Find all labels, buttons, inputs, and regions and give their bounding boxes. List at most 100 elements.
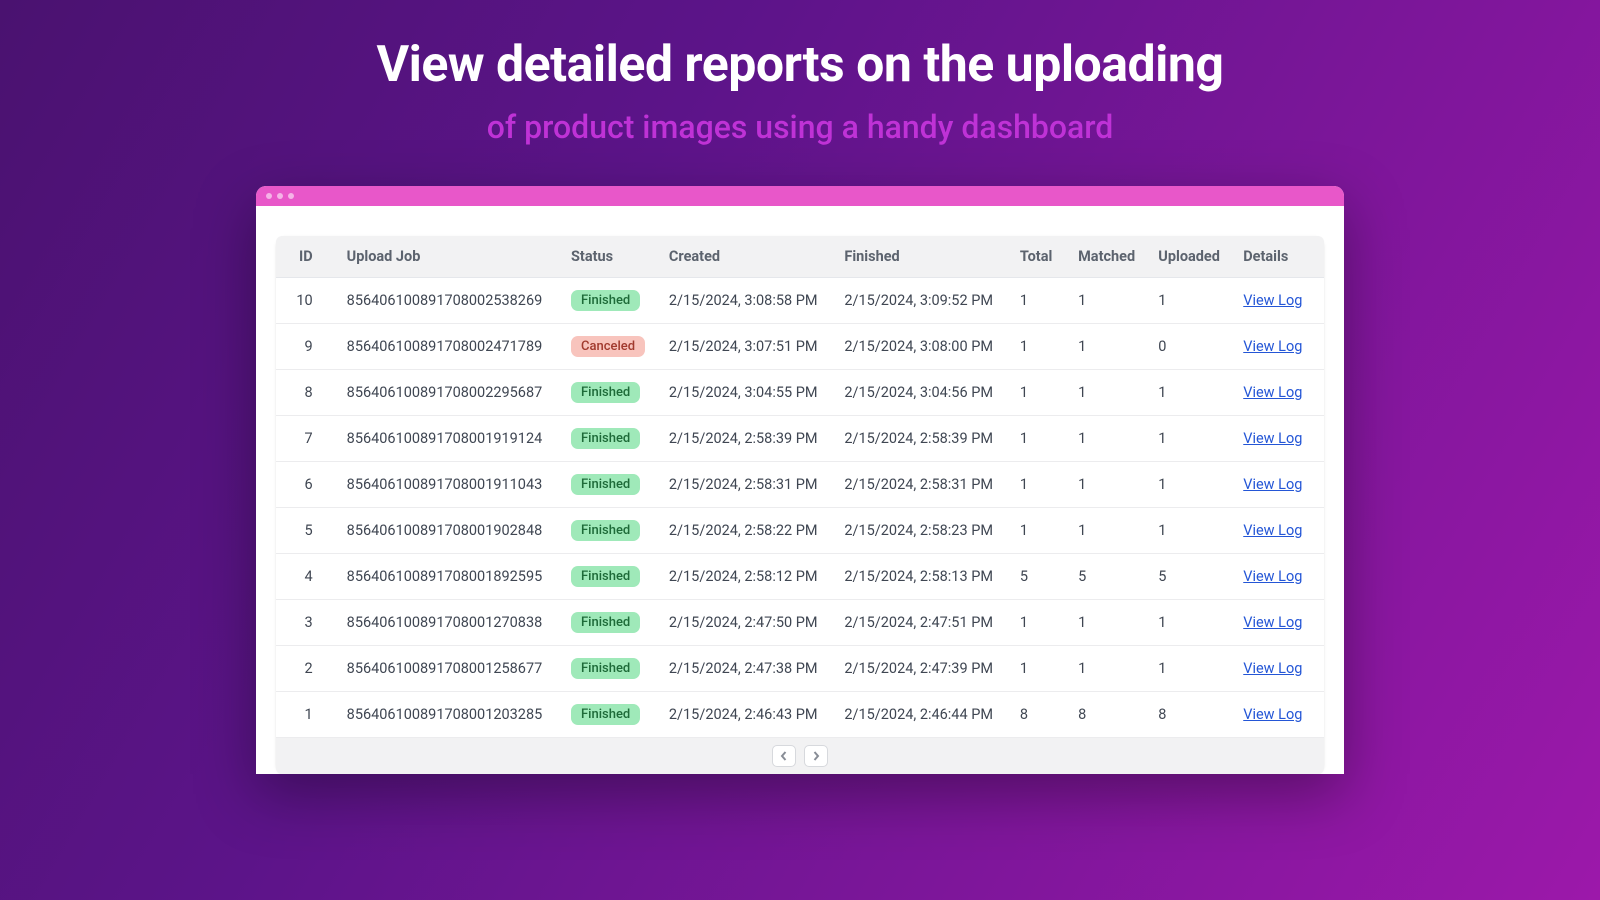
page-next-button[interactable] — [804, 745, 828, 767]
view-log-link[interactable]: View Log — [1243, 338, 1302, 355]
view-log-link[interactable]: View Log — [1243, 384, 1302, 401]
cell-id: 7 — [276, 416, 337, 462]
cell-details: View Log — [1233, 370, 1324, 416]
col-header-details: Details — [1233, 236, 1324, 278]
table-row: 1856406100891708001203285 Finished 2/15/20… — [276, 692, 1324, 738]
cell-status: Finished — [561, 554, 659, 600]
cell-total: 1 — [1010, 370, 1068, 416]
cell-matched: 1 — [1068, 508, 1148, 554]
table-row: 4856406100891708001892595 Finished 2/15/20… — [276, 554, 1324, 600]
cell-created: 2/15/2024, 2:47:50 PM — [659, 600, 834, 646]
cell-details: View Log — [1233, 692, 1324, 738]
cell-details: View Log — [1233, 278, 1324, 324]
cell-total: 1 — [1010, 278, 1068, 324]
view-log-link[interactable]: View Log — [1243, 522, 1302, 539]
col-header-uploaded: Uploaded — [1148, 236, 1233, 278]
cell-matched: 1 — [1068, 600, 1148, 646]
cell-status: Finished — [561, 278, 659, 324]
status-badge: Finished — [571, 290, 640, 311]
cell-id: 5 — [276, 508, 337, 554]
col-header-finished: Finished — [834, 236, 1009, 278]
view-log-link[interactable]: View Log — [1243, 706, 1302, 723]
view-log-link[interactable]: View Log — [1243, 476, 1302, 493]
cell-uploaded: 5 — [1148, 554, 1233, 600]
cell-details: View Log — [1233, 416, 1324, 462]
cell-finished: 2/15/2024, 2:58:13 PM — [834, 554, 1009, 600]
cell-id: 9 — [276, 324, 337, 370]
cell-matched: 1 — [1068, 416, 1148, 462]
cell-details: View Log — [1233, 600, 1324, 646]
chevron-right-icon — [811, 751, 821, 761]
cell-details: View Log — [1233, 462, 1324, 508]
cell-created: 2/15/2024, 2:58:31 PM — [659, 462, 834, 508]
cell-matched: 1 — [1068, 278, 1148, 324]
view-log-link[interactable]: View Log — [1243, 568, 1302, 585]
cell-finished: 2/15/2024, 3:09:52 PM — [834, 278, 1009, 324]
status-badge: Finished — [571, 612, 640, 633]
table-row: 2856406100891708001258677Finished2/15/20… — [276, 646, 1324, 692]
cell-uploaded: 1 — [1148, 462, 1233, 508]
cell-upload-job: 856406100891708001203285 — [337, 692, 561, 738]
cell-id: 6 — [276, 462, 337, 508]
col-header-status: Status — [561, 236, 659, 278]
cell-created: 2/15/2024, 2:46:43 PM — [659, 692, 834, 738]
cell-created: 2/15/2024, 3:08:58 PM — [659, 278, 834, 324]
window-titlebar — [256, 186, 1344, 206]
col-header-created: Created — [659, 236, 834, 278]
table-row: 8856406100891708002295687Finished2/15/20… — [276, 370, 1324, 416]
hero-header: View detailed reports on the uploading o… — [0, 0, 1600, 146]
cell-total: 1 — [1010, 462, 1068, 508]
cell-total: 1 — [1010, 508, 1068, 554]
cell-id: 1 — [276, 692, 337, 738]
cell-uploaded: 8 — [1148, 692, 1233, 738]
cell-details: View Log — [1233, 324, 1324, 370]
view-log-link[interactable]: View Log — [1243, 614, 1302, 631]
table-row: 9856406100891708002471789Canceled2/15/20… — [276, 324, 1324, 370]
cell-created: 2/15/2024, 2:47:38 PM — [659, 646, 834, 692]
view-log-link[interactable]: View Log — [1243, 292, 1302, 309]
col-header-total: Total — [1010, 236, 1068, 278]
cell-details: View Log — [1233, 508, 1324, 554]
cell-uploaded: 0 — [1148, 324, 1233, 370]
cell-id: 3 — [276, 600, 337, 646]
cell-id: 4 — [276, 554, 337, 600]
view-log-link[interactable]: View Log — [1243, 660, 1302, 677]
report-card: ID Upload Job Status Created Finished To… — [276, 236, 1324, 774]
cell-finished: 2/15/2024, 2:47:39 PM — [834, 646, 1009, 692]
cell-upload-job: 856406100891708002471789 — [337, 324, 561, 370]
cell-finished: 2/15/2024, 2:58:31 PM — [834, 462, 1009, 508]
status-badge: Finished — [571, 428, 640, 449]
status-badge: Finished — [571, 566, 640, 587]
cell-uploaded: 1 — [1148, 646, 1233, 692]
cell-finished: 2/15/2024, 3:08:00 PM — [834, 324, 1009, 370]
table-row: 10856406100891708002538269Finished2/15/2… — [276, 278, 1324, 324]
cell-created: 2/15/2024, 2:58:22 PM — [659, 508, 834, 554]
cell-finished: 2/15/2024, 2:47:51 PM — [834, 600, 1009, 646]
table-row: 3856406100891708001270838 Finished 2/15/20… — [276, 600, 1324, 646]
cell-created: 2/15/2024, 2:58:12 PM — [659, 554, 834, 600]
cell-total: 1 — [1010, 416, 1068, 462]
cell-uploaded: 1 — [1148, 416, 1233, 462]
cell-matched: 5 — [1068, 554, 1148, 600]
chevron-left-icon — [779, 751, 789, 761]
page-prev-button[interactable] — [772, 745, 796, 767]
cell-status: Finished — [561, 508, 659, 554]
cell-upload-job: 856406100891708001270838 — [337, 600, 561, 646]
cell-uploaded: 1 — [1148, 370, 1233, 416]
view-log-link[interactable]: View Log — [1243, 430, 1302, 447]
cell-matched: 1 — [1068, 646, 1148, 692]
status-badge: Finished — [571, 520, 640, 541]
cell-total: 1 — [1010, 324, 1068, 370]
cell-uploaded: 1 — [1148, 508, 1233, 554]
upload-jobs-table: ID Upload Job Status Created Finished To… — [276, 236, 1324, 738]
cell-upload-job: 856406100891708001892595 — [337, 554, 561, 600]
cell-status: Finished — [561, 692, 659, 738]
table-row: 6856406100891708001911043Finished2/15/20… — [276, 462, 1324, 508]
col-header-upload-job: Upload Job — [337, 236, 561, 278]
cell-uploaded: 1 — [1148, 278, 1233, 324]
cell-upload-job: 856406100891708001902848 — [337, 508, 561, 554]
cell-total: 8 — [1010, 692, 1068, 738]
status-badge: Finished — [571, 704, 640, 725]
cell-matched: 1 — [1068, 462, 1148, 508]
cell-status: Finished — [561, 416, 659, 462]
